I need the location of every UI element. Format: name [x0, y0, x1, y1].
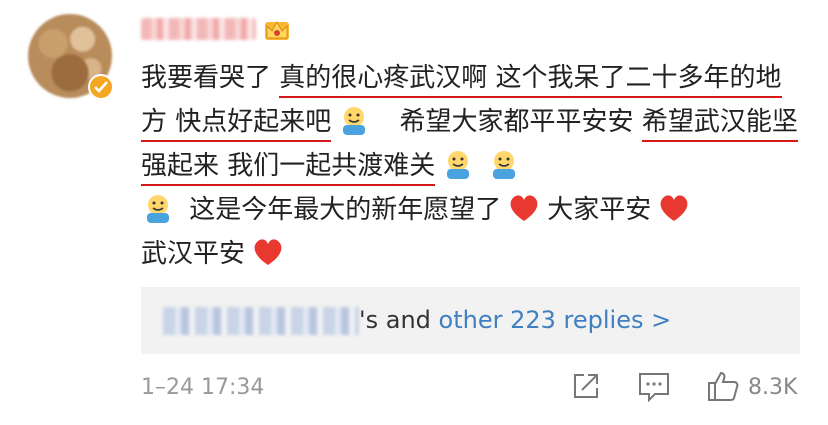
thumbs-up-icon [708, 371, 739, 401]
comment-button[interactable] [637, 370, 671, 402]
crown-icon [265, 20, 289, 40]
share-button[interactable] [570, 370, 602, 402]
comment-text: 我要看哭了 真的很心疼武汉啊 这个我呆了二十多年的地方 快点好起来吧 希望大家都… [141, 63, 798, 269]
like-button[interactable] [706, 370, 740, 402]
comment-icon [639, 373, 669, 402]
like-count: 8.3K [748, 375, 798, 400]
reply-user-names[interactable] [163, 307, 359, 335]
replies-panel[interactable]: 's and other 223 replies > [141, 287, 800, 354]
heart-icon [254, 239, 282, 265]
timestamp: 1–24 17:34 [141, 375, 265, 400]
heart-icon [660, 195, 688, 221]
share-icon [574, 374, 598, 398]
heart-icon [510, 195, 538, 221]
hug-emoji-icon [447, 151, 470, 179]
more-replies-link[interactable]: other 223 replies > [439, 306, 672, 334]
username[interactable] [141, 18, 256, 40]
hug-emoji-icon [147, 195, 169, 223]
hug-emoji-icon [493, 151, 516, 179]
replies-suffix: 's and [359, 306, 439, 334]
hug-emoji-icon [343, 107, 366, 135]
verified-icon [88, 74, 114, 100]
